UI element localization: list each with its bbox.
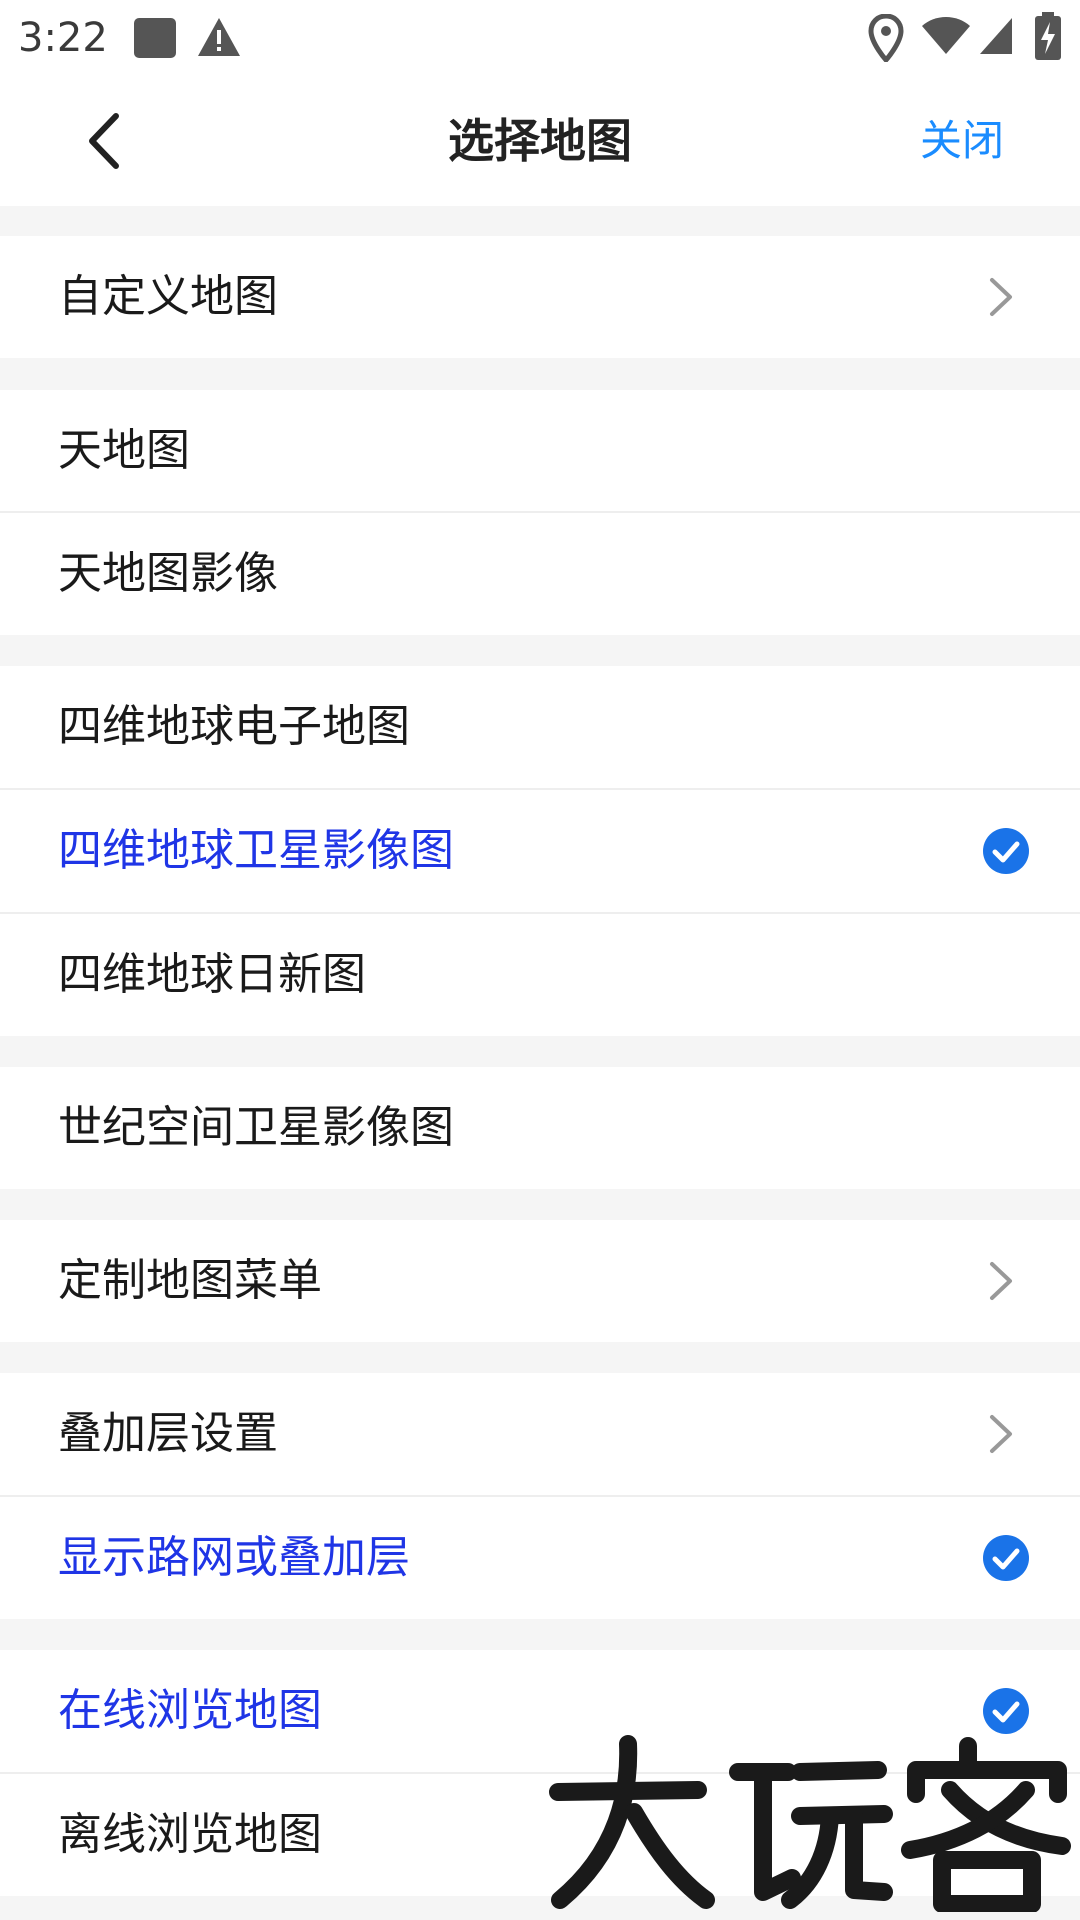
list-item-label: 世纪空间卫星影像图 [58,1102,454,1153]
status-time: 3:22 [18,15,108,61]
list-item-siwei-daily[interactable]: 四维地球日新图 [0,914,1080,1036]
header-bar: 选择地图 关闭 [0,76,1080,206]
list-item-century-space[interactable]: 世纪空间卫星影像图 [0,1067,1080,1189]
list-item-siwei-electronic[interactable]: 四维地球电子地图 [0,666,1080,788]
list-item-tianditu-imagery[interactable]: 天地图影像 [0,513,1080,635]
list-item-label: 四维地球电子地图 [58,701,410,752]
list-item-label: 四维地球日新图 [58,949,366,1000]
status-bar: 3:22 [0,0,1080,76]
signal-icon [980,18,1012,54]
chevron-right-icon [990,278,1012,316]
list-item-custom-menu[interactable]: 定制地图菜单 [0,1220,1080,1342]
list-item-label: 自定义地图 [58,271,278,322]
close-button[interactable]: 关闭 [920,76,1004,206]
list-item-overlay-settings[interactable]: 叠加层设置 [0,1373,1080,1495]
list-item-custom-map[interactable]: 自定义地图 [0,236,1080,358]
watermark-logo [549,1735,1071,1912]
chevron-right-icon [990,1262,1012,1300]
list-item-label: 天地图 [58,425,190,476]
list-item-label: 显示路网或叠加层 [58,1532,410,1583]
back-button[interactable] [60,96,150,186]
warning-icon [198,18,240,56]
wifi-icon [922,17,970,54]
check-circle-icon [983,828,1029,874]
location-icon [868,14,904,62]
list-item-tianditu[interactable]: 天地图 [0,390,1080,512]
chevron-right-icon [990,1415,1012,1453]
battery-charging-icon [1035,12,1061,60]
list-item-label: 定制地图菜单 [58,1255,322,1306]
list-item-label: 在线浏览地图 [58,1685,322,1736]
list-item-label: 离线浏览地图 [58,1809,322,1860]
check-circle-icon [983,1688,1029,1734]
page-title: 选择地图 [448,114,632,168]
map-select-screen: 3:22 选择地图 关闭 自定义地图 天地图 天地图影像 四维地球电子地图 四维… [0,0,1080,1920]
list-item-label: 四维地球卫星影像图 [58,825,454,876]
image-icon [134,18,176,58]
list-item-siwei-satellite[interactable]: 四维地球卫星影像图 [0,790,1080,912]
list-item-label: 叠加层设置 [58,1408,278,1459]
check-circle-icon [983,1535,1029,1581]
list-item-label: 天地图影像 [58,548,278,599]
list-item-show-roads[interactable]: 显示路网或叠加层 [0,1497,1080,1619]
chevron-left-icon [89,113,119,169]
